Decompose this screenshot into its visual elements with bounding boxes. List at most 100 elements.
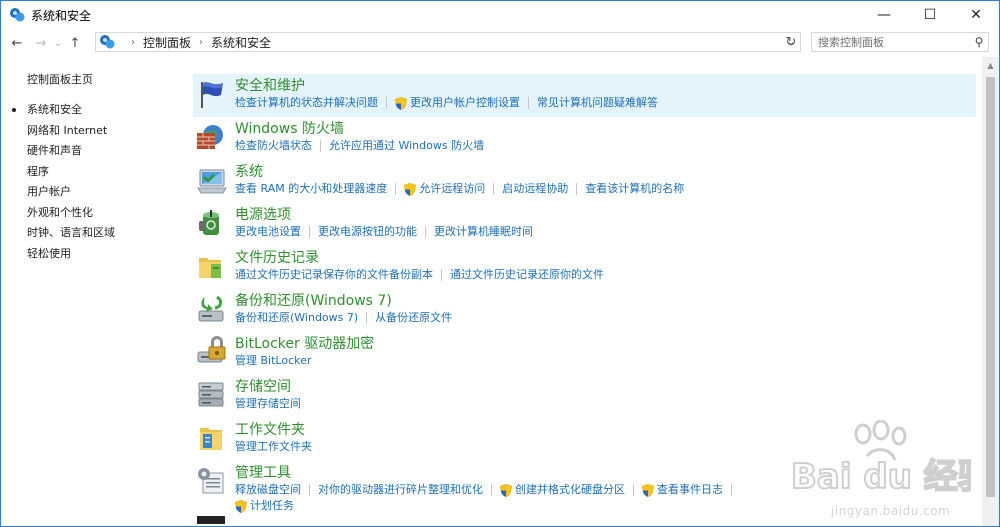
- schedule-tasks-link[interactable]: 计划任务: [250, 498, 294, 514]
- sidebar: 控制面板主页 系统和安全 网络和 Internet 硬件和声音 程序 用户帐户 …: [1, 71, 186, 264]
- link-divider: [320, 140, 321, 152]
- restore-files-link[interactable]: 通过文件历史记录还原你的文件: [450, 267, 604, 283]
- computer-icon: [197, 169, 227, 194]
- vertical-scrollbar[interactable]: ▲: [982, 57, 999, 526]
- partition-disk-link[interactable]: 创建并格式化硬盘分区: [515, 482, 625, 498]
- category-system: 系统 查看 RAM 的大小和处理器速度 允许远程访问 启动远程协助 查看该计算机…: [193, 160, 976, 203]
- check-status-link[interactable]: 检查计算机的状态并解决问题: [235, 95, 378, 111]
- category-title[interactable]: BitLocker 驱动器加密: [235, 332, 976, 353]
- restore-from-backup-link[interactable]: 从备份还原文件: [375, 310, 452, 326]
- save-backup-copies-link[interactable]: 通过文件历史记录保存你的文件备份副本: [235, 267, 433, 283]
- defragment-link[interactable]: 对你的驱动器进行碎片整理和优化: [318, 482, 483, 498]
- uac-shield-icon: [395, 96, 407, 110]
- link-divider: [309, 226, 310, 238]
- sidebar-item-network[interactable]: 网络和 Internet: [1, 121, 186, 142]
- link-divider: [366, 312, 368, 324]
- category-title[interactable]: 电源选项: [235, 203, 976, 224]
- event-log-link[interactable]: 查看事件日志: [657, 482, 723, 498]
- manage-bitlocker-link[interactable]: 管理 BitLocker: [235, 353, 311, 369]
- allow-remote-access-link[interactable]: 允许远程访问: [419, 181, 485, 197]
- link-divider: [576, 183, 578, 195]
- category-backup-restore: 备份和还原(Windows 7) 备份和还原(Windows 7) 从备份还原文…: [193, 289, 976, 332]
- scroll-up-icon[interactable]: ▲: [982, 57, 999, 74]
- firewall-status-link[interactable]: 检查防火墙状态: [235, 138, 312, 154]
- title-bar: 系统和安全 — ☐ ✕: [1, 1, 999, 29]
- link-divider: [633, 484, 634, 496]
- category-security-maintenance: 安全和维护 检查计算机的状态并解决问题 更改用户帐户控制设置 常见计算机问题疑难…: [193, 74, 976, 117]
- uac-shield-icon: [642, 483, 654, 497]
- flash-player-icon: [197, 516, 225, 524]
- work-folders-icon: [200, 428, 222, 450]
- control-panel-window: 系统和安全 — ☐ ✕ ← → ⌄ ↑ › 控制面板 › 系统和安全 ⌄ ↻ ⚲: [0, 0, 1000, 527]
- sidebar-item-system-security[interactable]: 系统和安全: [1, 100, 186, 121]
- breadcrumb-separator: ›: [199, 36, 204, 48]
- category-title[interactable]: 文件历史记录: [235, 246, 976, 267]
- up-button[interactable]: ↑: [65, 32, 85, 54]
- forward-button[interactable]: →: [31, 32, 51, 54]
- category-power-options: 电源选项 更改电池设置 更改电源按钮的功能 更改计算机睡眠时间: [193, 203, 976, 246]
- view-ram-cpu-link[interactable]: 查看 RAM 的大小和处理器速度: [235, 181, 387, 197]
- sidebar-item-user-accounts[interactable]: 用户帐户: [1, 182, 186, 203]
- troubleshoot-link[interactable]: 常见计算机问题疑难解答: [537, 95, 658, 111]
- power-button-link[interactable]: 更改电源按钮的功能: [318, 224, 417, 240]
- uac-shield-icon: [404, 182, 417, 196]
- link-divider: [309, 484, 310, 496]
- free-disk-space-link[interactable]: 释放磁盘空间: [235, 482, 301, 498]
- sidebar-item-appearance[interactable]: 外观和个性化: [1, 203, 186, 224]
- flag-icon: [201, 82, 223, 108]
- sidebar-item-ease-of-access[interactable]: 轻松使用: [1, 244, 186, 265]
- category-title[interactable]: 系统: [235, 160, 976, 181]
- manage-work-folders-link[interactable]: 管理工作文件夹: [235, 439, 312, 455]
- admin-tools-icon: [198, 468, 224, 494]
- link-divider: [493, 183, 495, 195]
- search-box[interactable]: ⚲: [811, 32, 989, 52]
- watermark-url: jingyan.baidu.com: [831, 504, 951, 518]
- allow-app-firewall-link[interactable]: 允许应用通过 Windows 防火墙: [329, 138, 484, 154]
- category-bitlocker: BitLocker 驱动器加密 管理 BitLocker: [193, 332, 976, 375]
- breadcrumb-separator: ›: [131, 36, 135, 48]
- uac-settings-link[interactable]: 更改用户帐户控制设置: [410, 95, 520, 111]
- search-input[interactable]: [812, 33, 970, 51]
- link-divider: [425, 226, 426, 238]
- category-title[interactable]: 安全和维护: [235, 74, 976, 95]
- sleep-time-link[interactable]: 更改计算机睡眠时间: [434, 224, 533, 240]
- search-icon[interactable]: ⚲: [970, 35, 988, 49]
- baidu-watermark: Bai du 经验 jingyan.baidu.com: [790, 419, 993, 520]
- address-bar[interactable]: › 控制面板 › 系统和安全 ⌄: [95, 32, 801, 52]
- recent-locations-button[interactable]: ⌄: [51, 32, 65, 54]
- sidebar-item-hardware-sound[interactable]: 硬件和声音: [1, 141, 186, 162]
- sidebar-item-programs[interactable]: 程序: [1, 162, 186, 183]
- refresh-icon[interactable]: ↻: [781, 32, 801, 52]
- link-divider: [441, 269, 442, 281]
- storage-spaces-icon: [198, 382, 224, 407]
- link-divider: [528, 97, 529, 109]
- minimize-button[interactable]: —: [861, 1, 907, 29]
- control-panel-icon: [100, 35, 115, 49]
- control-panel-icon: [10, 8, 25, 22]
- category-links: 通过文件历史记录保存你的文件备份副本 通过文件历史记录还原你的文件: [235, 267, 976, 283]
- watermark-brand: Bai du 经验: [791, 457, 971, 497]
- window-title: 系统和安全: [31, 8, 92, 23]
- power-icon: [199, 210, 219, 235]
- breadcrumb-control-panel[interactable]: 控制面板: [143, 34, 191, 51]
- category-links: 查看 RAM 的大小和处理器速度 允许远程访问 启动远程协助 查看该计算机的名称: [235, 181, 976, 197]
- link-divider: [491, 484, 492, 496]
- back-button[interactable]: ←: [7, 32, 27, 54]
- battery-settings-link[interactable]: 更改电池设置: [235, 224, 301, 240]
- sidebar-home-link[interactable]: 控制面板主页: [1, 71, 186, 89]
- link-divider: [386, 97, 387, 109]
- category-title[interactable]: 存储空间: [235, 375, 976, 396]
- backup-restore-link[interactable]: 备份和还原(Windows 7): [235, 310, 358, 326]
- scrollbar-thumb[interactable]: [986, 77, 995, 497]
- category-links: 管理 BitLocker: [235, 353, 976, 369]
- computer-name-link[interactable]: 查看该计算机的名称: [585, 181, 684, 197]
- close-button[interactable]: ✕: [953, 1, 999, 29]
- category-file-history: 文件历史记录 通过文件历史记录保存你的文件备份副本 通过文件历史记录还原你的文件: [193, 246, 976, 289]
- sidebar-item-clock-language[interactable]: 时钟、语言和区域: [1, 223, 186, 244]
- remote-assistance-link[interactable]: 启动远程协助: [502, 181, 568, 197]
- breadcrumb-system-security[interactable]: 系统和安全: [211, 34, 271, 51]
- maximize-button[interactable]: ☐: [907, 1, 953, 29]
- category-title[interactable]: Windows 防火墙: [235, 117, 976, 138]
- category-title[interactable]: 备份和还原(Windows 7): [235, 289, 976, 310]
- manage-storage-spaces-link[interactable]: 管理存储空间: [235, 396, 301, 412]
